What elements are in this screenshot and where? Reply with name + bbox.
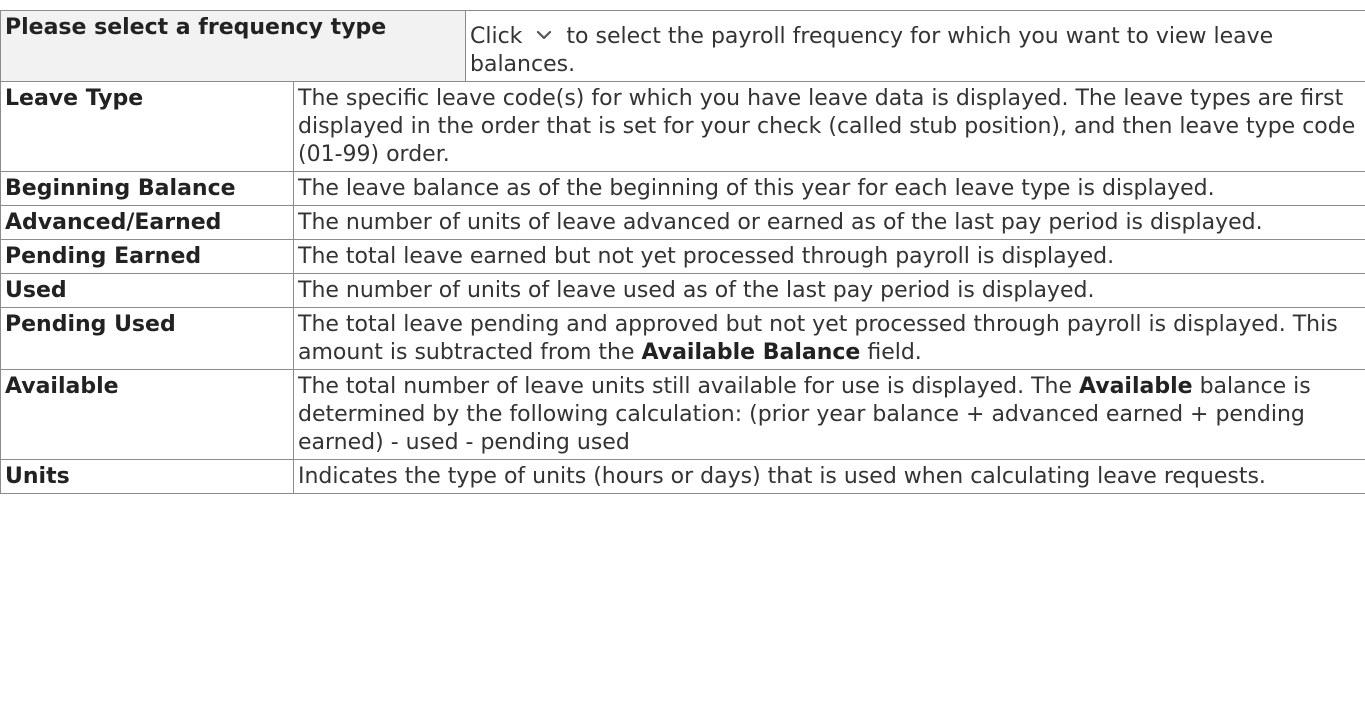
table-row-available: Available The total number of leave unit… (0, 369, 1365, 460)
field-description: The leave balance as of the beginning of… (293, 171, 1365, 206)
desc-text-after: to select the payroll frequency for whic… (470, 24, 1274, 77)
field-term: Used (0, 273, 294, 308)
table-row-pending-used: Pending Used The total leave pending and… (0, 307, 1365, 370)
field-description: Click to select the payroll frequency fo… (465, 10, 1365, 82)
chevron-down-icon (529, 23, 559, 51)
field-reference-bold: Available (1079, 374, 1193, 399)
table-row-advanced-earned: Advanced/Earned The number of units of l… (0, 205, 1365, 240)
table-row-pending-earned: Pending Earned The total leave earned bu… (0, 239, 1365, 274)
field-term: Units (0, 459, 294, 494)
field-term: Pending Used (0, 307, 294, 370)
table-row-beginning-balance: Beginning Balance The leave balance as o… (0, 171, 1365, 206)
field-term: Pending Earned (0, 239, 294, 274)
table-row-used: Used The number of units of leave used a… (0, 273, 1365, 308)
field-description: The total leave earned but not yet proce… (293, 239, 1365, 274)
field-description: The number of units of leave used as of … (293, 273, 1365, 308)
desc-text: field. (860, 340, 922, 365)
desc-text-before: Click (470, 24, 530, 49)
leave-balance-field-table: Please select a frequency type Click to … (0, 10, 1365, 494)
table-row-leave-type: Leave Type The specific leave code(s) fo… (0, 81, 1365, 172)
field-description: Indicates the type of units (hours or da… (293, 459, 1365, 494)
field-term: Advanced/Earned (0, 205, 294, 240)
table-row-frequency-type: Please select a frequency type Click to … (0, 10, 1365, 82)
desc-text: The total number of leave units still av… (298, 374, 1079, 399)
field-reference-bold: Available Balance (641, 340, 861, 365)
field-term: Available (0, 369, 294, 460)
table-row-units: Units Indicates the type of units (hours… (0, 459, 1365, 494)
field-term: Beginning Balance (0, 171, 294, 206)
field-description: The total leave pending and approved but… (293, 307, 1365, 370)
field-description: The number of units of leave advanced or… (293, 205, 1365, 240)
field-term: Leave Type (0, 81, 294, 172)
field-description: The total number of leave units still av… (293, 369, 1365, 460)
field-description: The specific leave code(s) for which you… (293, 81, 1365, 172)
field-term: Please select a frequency type (0, 10, 466, 82)
